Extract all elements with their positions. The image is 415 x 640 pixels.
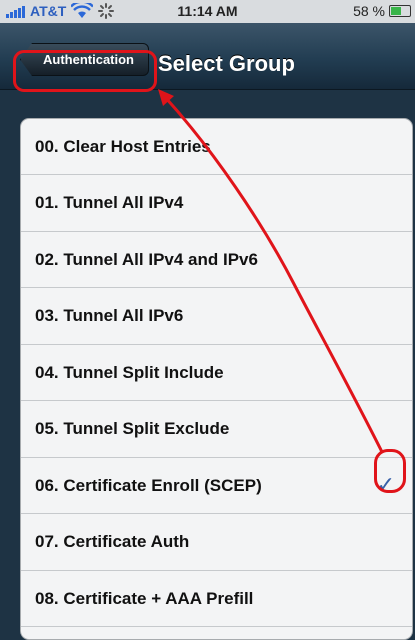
checkmark-highlight-circle: [374, 449, 406, 493]
battery-icon: [389, 5, 411, 17]
battery-status: 58 %: [353, 3, 411, 19]
status-bar: AT&T 11:14 AM 58 %: [0, 0, 415, 23]
list-item[interactable]: 01. Tunnel All IPv4: [21, 176, 412, 232]
battery-percent: 58 %: [353, 3, 385, 19]
list-item[interactable]: 04. Tunnel Split Include: [21, 345, 412, 401]
list-item-label: 07. Certificate Auth: [35, 532, 190, 551]
list-item[interactable]: 00. Clear Host Entries: [21, 119, 412, 175]
list-item-label: 00. Clear Host Entries: [35, 136, 211, 156]
back-button-highlight-circle: [13, 50, 157, 92]
page-title: Select Group: [158, 51, 295, 76]
list-item[interactable]: 07. Certificate Auth: [21, 515, 412, 571]
list-item-label: 05. Tunnel Split Exclude: [35, 419, 230, 438]
list-item-label: 08. Certificate + AAA Prefill: [35, 588, 254, 608]
list-item[interactable]: 02. Tunnel All IPv4 and IPv6: [21, 232, 412, 288]
list-item-label: 04. Tunnel Split Include: [35, 362, 224, 382]
list-item-label: 02. Tunnel All IPv4 and IPv6: [35, 249, 258, 269]
list-item[interactable]: 05. Tunnel Split Exclude: [21, 402, 412, 458]
list-item-label: 03. Tunnel All IPv6: [35, 306, 184, 325]
list-item-label: 06. Certificate Enroll (SCEP): [35, 475, 262, 495]
list-item[interactable]: 08. Certificate + AAA Prefill: [21, 571, 412, 627]
group-list: 00. Clear Host Entries 01. Tunnel All IPv…: [20, 118, 413, 640]
list-item[interactable]: 03. Tunnel All IPv6: [21, 289, 412, 345]
list-item-label: 01. Tunnel All IPv4: [35, 193, 184, 212]
list-item[interactable]: 06. Certificate Enroll (SCEP) ✓: [21, 458, 412, 514]
